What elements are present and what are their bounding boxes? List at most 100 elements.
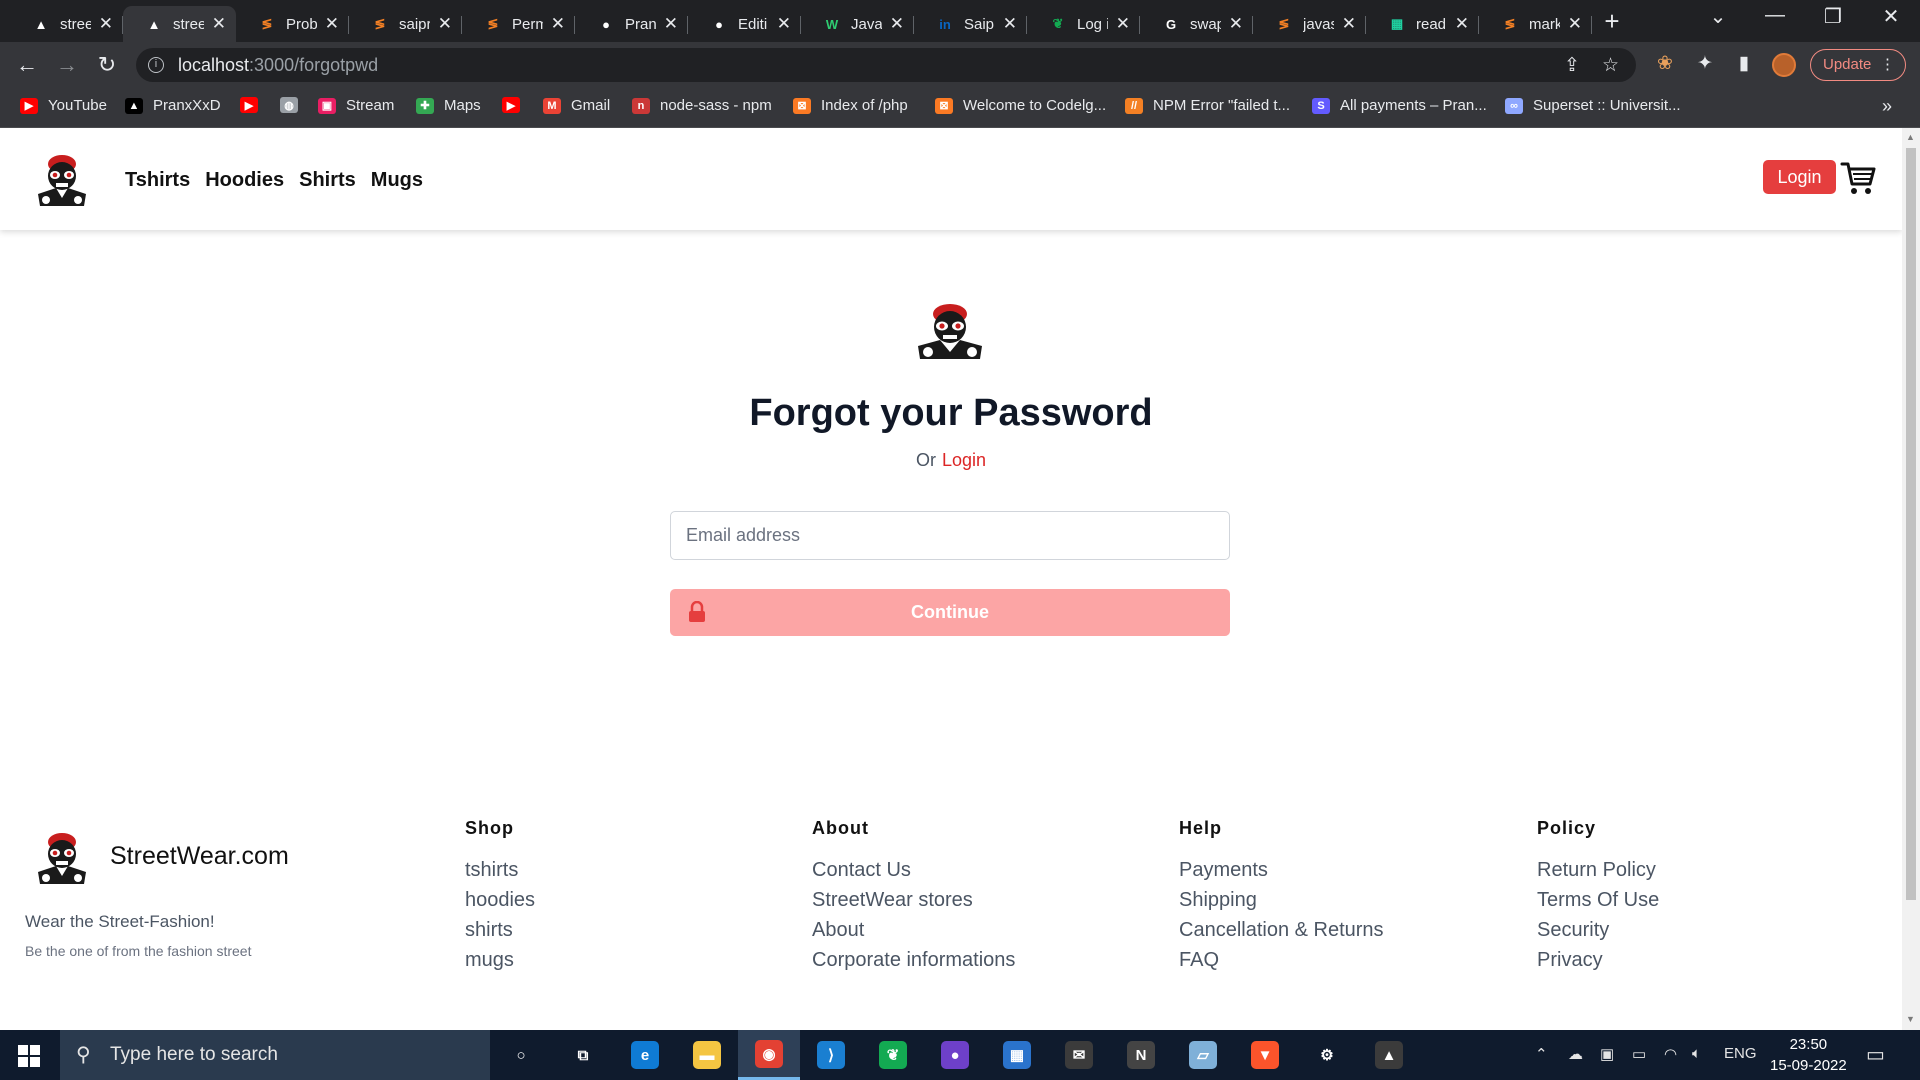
browser-tab[interactable]: ▦ read ✕ bbox=[1366, 6, 1479, 42]
bookmark-item[interactable]: ∞ Superset :: Universit... bbox=[1505, 97, 1681, 114]
close-tab-icon[interactable]: ✕ bbox=[551, 14, 565, 34]
onedrive-icon[interactable]: ☁ bbox=[1568, 1045, 1583, 1063]
browser-tab[interactable]: ≶ Prob ✕ bbox=[236, 6, 349, 42]
bookmark-item[interactable]: ✚ Maps bbox=[416, 97, 481, 114]
close-tab-icon[interactable]: ✕ bbox=[890, 14, 904, 34]
browser-tab[interactable]: ≶ Perm ✕ bbox=[462, 6, 575, 42]
footer-logo[interactable] bbox=[32, 828, 92, 886]
scroll-up-icon[interactable]: ▲ bbox=[1906, 132, 1915, 142]
footer-link[interactable]: tshirts bbox=[465, 855, 535, 885]
bookmark-star-icon[interactable]: ☆ bbox=[1602, 54, 1619, 77]
close-tab-icon[interactable]: ✕ bbox=[1568, 14, 1582, 34]
taskbar-search[interactable]: ⚲ Type here to search bbox=[60, 1030, 490, 1080]
volume-icon[interactable]: 🔈︎ bbox=[1692, 1045, 1701, 1062]
nav-link-hoodies[interactable]: Hoodies bbox=[205, 169, 284, 192]
close-tab-icon[interactable]: ✕ bbox=[1455, 14, 1469, 34]
close-tab-icon[interactable]: ✕ bbox=[438, 14, 452, 34]
taskbar-app[interactable]: ▬ bbox=[676, 1030, 738, 1080]
taskbar-app[interactable]: ◉ bbox=[738, 1030, 800, 1080]
footer-link[interactable]: shirts bbox=[465, 915, 535, 945]
footer-link[interactable]: Terms Of Use bbox=[1537, 885, 1659, 915]
footer-link[interactable]: FAQ bbox=[1179, 945, 1384, 975]
footer-link[interactable]: Corporate informations bbox=[812, 945, 1015, 975]
windows-start-icon[interactable] bbox=[18, 1045, 40, 1067]
bookmark-item[interactable]: ▶ YouTube bbox=[20, 97, 107, 114]
taskbar-app[interactable]: ❦ bbox=[862, 1030, 924, 1080]
bookmark-item[interactable]: n node-sass - npm bbox=[632, 97, 772, 114]
profile-avatar[interactable] bbox=[1772, 53, 1796, 77]
address-bar[interactable]: i localhost:3000/forgotpwd ⇪ ☆ bbox=[136, 48, 1636, 82]
page-scrollbar[interactable]: ▲ ▼ bbox=[1902, 128, 1920, 1030]
browser-tab[interactable]: ≶ saipr ✕ bbox=[349, 6, 462, 42]
bookmark-item[interactable]: // NPM Error "failed t... bbox=[1125, 97, 1290, 114]
taskbar-app[interactable]: ● bbox=[924, 1030, 986, 1080]
taskbar-app[interactable]: ✉ bbox=[1048, 1030, 1110, 1080]
footer-link[interactable]: About bbox=[812, 915, 1015, 945]
footer-link[interactable]: Contact Us bbox=[812, 855, 1015, 885]
meet-now-icon[interactable]: ▣ bbox=[1600, 1045, 1614, 1063]
taskbar-app[interactable]: ▦ bbox=[986, 1030, 1048, 1080]
bookmark-item[interactable]: M Gmail bbox=[543, 97, 610, 114]
bookmark-item[interactable]: S All payments – Pran... bbox=[1312, 97, 1487, 114]
battery-icon[interactable]: ▭ bbox=[1632, 1045, 1646, 1063]
footer-link[interactable]: Payments bbox=[1179, 855, 1384, 885]
close-tab-icon[interactable]: ✕ bbox=[777, 14, 791, 34]
bookmark-item[interactable]: ◍ bbox=[280, 97, 308, 113]
scrollbar-thumb[interactable] bbox=[1906, 148, 1916, 900]
close-tab-icon[interactable]: ✕ bbox=[1116, 14, 1130, 34]
reload-icon[interactable]: ↻ bbox=[92, 50, 122, 80]
cart-icon[interactable] bbox=[1840, 160, 1876, 196]
minimize-button[interactable]: — bbox=[1752, 4, 1798, 27]
taskbar-app[interactable]: ⟩ bbox=[800, 1030, 862, 1080]
close-tab-icon[interactable]: ✕ bbox=[325, 14, 339, 34]
forward-icon[interactable]: → bbox=[52, 50, 82, 80]
close-tab-icon[interactable]: ✕ bbox=[212, 14, 226, 34]
footer-link[interactable]: StreetWear stores bbox=[812, 885, 1015, 915]
tab-search-icon[interactable]: ⌄ bbox=[1695, 4, 1741, 29]
scroll-down-icon[interactable]: ▼ bbox=[1906, 1014, 1915, 1024]
nav-link-mugs[interactable]: Mugs bbox=[371, 169, 423, 192]
more-bookmarks-icon[interactable]: » bbox=[1882, 96, 1892, 117]
browser-tab[interactable]: W Java! ✕ bbox=[801, 6, 914, 42]
footer-link[interactable]: Return Policy bbox=[1537, 855, 1659, 885]
streetwear-logo[interactable] bbox=[32, 150, 92, 208]
footer-link[interactable]: Cancellation & Returns bbox=[1179, 915, 1384, 945]
share-icon[interactable]: ⇪ bbox=[1564, 54, 1580, 77]
clock[interactable]: 23:50 15-09-2022 bbox=[1770, 1034, 1847, 1076]
nav-link-shirts[interactable]: Shirts bbox=[299, 169, 356, 192]
browser-tab[interactable]: ▲ stree ✕ bbox=[10, 6, 123, 42]
nav-login-button[interactable]: Login bbox=[1763, 160, 1836, 194]
extensions-puzzle-icon[interactable]: ✦ bbox=[1692, 52, 1718, 75]
taskbar-app[interactable]: N bbox=[1110, 1030, 1172, 1080]
browser-tab[interactable]: ≶ javas ✕ bbox=[1253, 6, 1366, 42]
extension-cookie-icon[interactable]: ❀ bbox=[1652, 52, 1678, 75]
new-tab-button[interactable]: + bbox=[1598, 8, 1626, 36]
taskbar-app[interactable]: ○ bbox=[490, 1030, 552, 1080]
footer-link[interactable]: Privacy bbox=[1537, 945, 1659, 975]
bookmark-item[interactable]: ▶ bbox=[240, 97, 268, 113]
menu-dots-icon[interactable]: ⋮ bbox=[1880, 50, 1895, 80]
browser-tab[interactable]: in Saipr ✕ bbox=[914, 6, 1027, 42]
footer-link[interactable]: Shipping bbox=[1179, 885, 1384, 915]
back-icon[interactable]: ← bbox=[12, 50, 42, 80]
taskbar-app[interactable]: e bbox=[614, 1030, 676, 1080]
bookmark-item[interactable]: ▲ PranxXxD bbox=[125, 97, 221, 114]
footer-link[interactable]: mugs bbox=[465, 945, 535, 975]
taskbar-app[interactable]: ▼ bbox=[1234, 1030, 1296, 1080]
wifi-icon[interactable]: ◠ bbox=[1664, 1045, 1677, 1063]
browser-tab[interactable]: ● Editi ✕ bbox=[688, 6, 801, 42]
browser-tab[interactable]: ● Pran ✕ bbox=[575, 6, 688, 42]
browser-tab[interactable]: ❦ Log i ✕ bbox=[1027, 6, 1140, 42]
notifications-icon[interactable]: ▭ bbox=[1866, 1042, 1885, 1067]
close-tab-icon[interactable]: ✕ bbox=[664, 14, 678, 34]
site-info-icon[interactable]: i bbox=[148, 57, 164, 73]
taskbar-app[interactable]: ⧉ bbox=[552, 1030, 614, 1080]
bookmark-item[interactable]: ⊠ Welcome to Codelg... bbox=[935, 97, 1106, 114]
language-indicator[interactable]: ENG bbox=[1724, 1045, 1757, 1062]
browser-tab[interactable]: ▲ stree ✕ bbox=[123, 6, 236, 42]
close-window-button[interactable]: ✕ bbox=[1868, 4, 1914, 29]
nav-link-tshirts[interactable]: Tshirts bbox=[125, 169, 190, 192]
email-field[interactable] bbox=[670, 511, 1230, 560]
login-link[interactable]: Login bbox=[942, 450, 986, 470]
url-text[interactable]: localhost:3000/forgotpwd bbox=[178, 55, 378, 76]
